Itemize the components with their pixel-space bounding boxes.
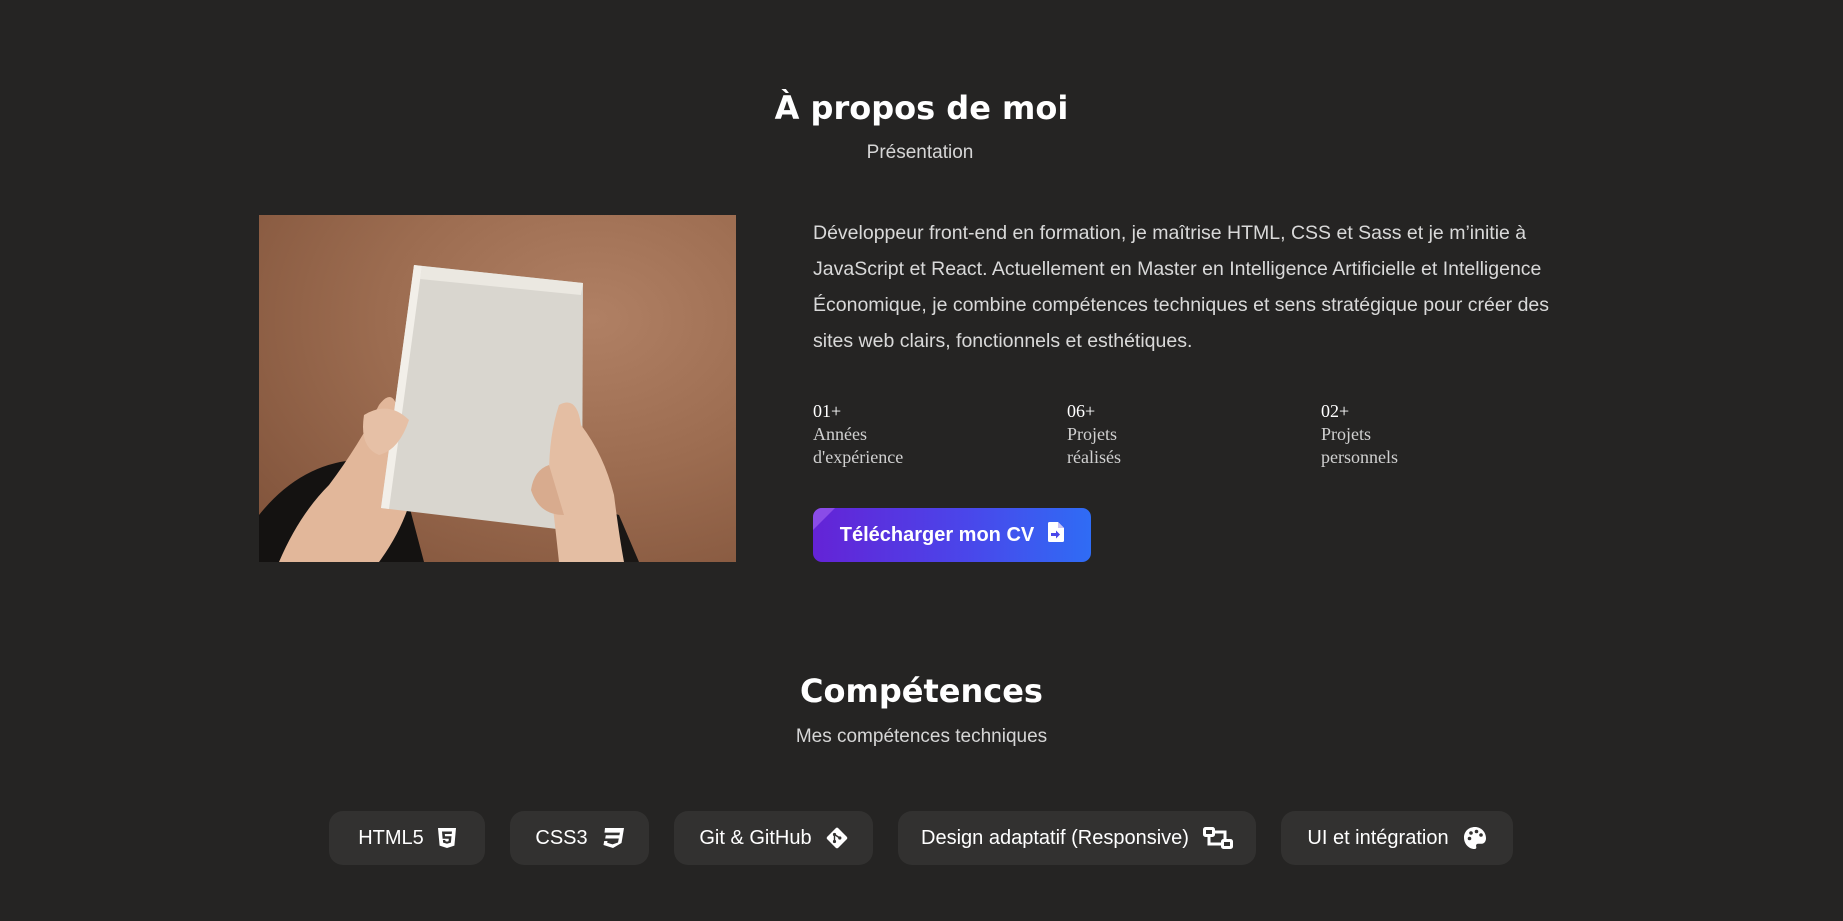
palette-icon <box>1463 826 1487 850</box>
skill-chip-css3: CSS3 <box>510 811 649 865</box>
skill-chip-git: Git & GitHub <box>674 811 873 865</box>
stat-personal-projects: 02+ Projets personnels <box>1321 400 1421 469</box>
stat-number: 02+ <box>1321 401 1350 421</box>
skill-chip-html5: HTML5 <box>329 811 485 865</box>
about-subtitle: Présentation <box>866 142 974 163</box>
about-title: À propos de moi <box>774 89 1069 127</box>
git-icon <box>826 827 848 849</box>
skill-label: CSS3 <box>535 826 588 849</box>
responsive-icon <box>1202 827 1233 849</box>
file-import-icon <box>1048 522 1065 548</box>
css3-icon <box>602 828 624 848</box>
stat-label: Projets personnels <box>1321 424 1398 467</box>
html5-icon <box>437 828 456 848</box>
stat-projects: 06+ Projets réalisés <box>1067 400 1137 469</box>
stat-label: Projets réalisés <box>1067 424 1121 467</box>
skill-label: HTML5 <box>358 826 424 849</box>
skill-label: UI et intégration <box>1307 826 1449 849</box>
skills-list: HTML5 CSS3 Git & GitHub Design adaptatif… <box>0 811 1843 865</box>
profile-photo <box>259 215 736 562</box>
skills-title: Compétences <box>800 672 1043 710</box>
download-cv-label: Télécharger mon CV <box>839 523 1035 546</box>
skills-subtitle: Mes compétences techniques <box>795 726 1048 747</box>
stat-label: Années d'expérience <box>813 424 904 467</box>
stat-number: 01+ <box>813 401 842 421</box>
download-cv-button[interactable]: Télécharger mon CV <box>813 508 1091 562</box>
skill-label: Git & GitHub <box>699 826 812 849</box>
stat-experience: 01+ Années d'expérience <box>813 400 933 469</box>
skill-chip-ui: UI et intégration <box>1281 811 1513 865</box>
skill-chip-responsive: Design adaptatif (Responsive) <box>898 811 1256 865</box>
book-photo-illustration <box>259 265 639 562</box>
about-bio: Développeur front-end en formation, je m… <box>813 222 1550 352</box>
stat-number: 06+ <box>1067 401 1096 421</box>
skill-label: Design adaptatif (Responsive) <box>921 826 1189 849</box>
